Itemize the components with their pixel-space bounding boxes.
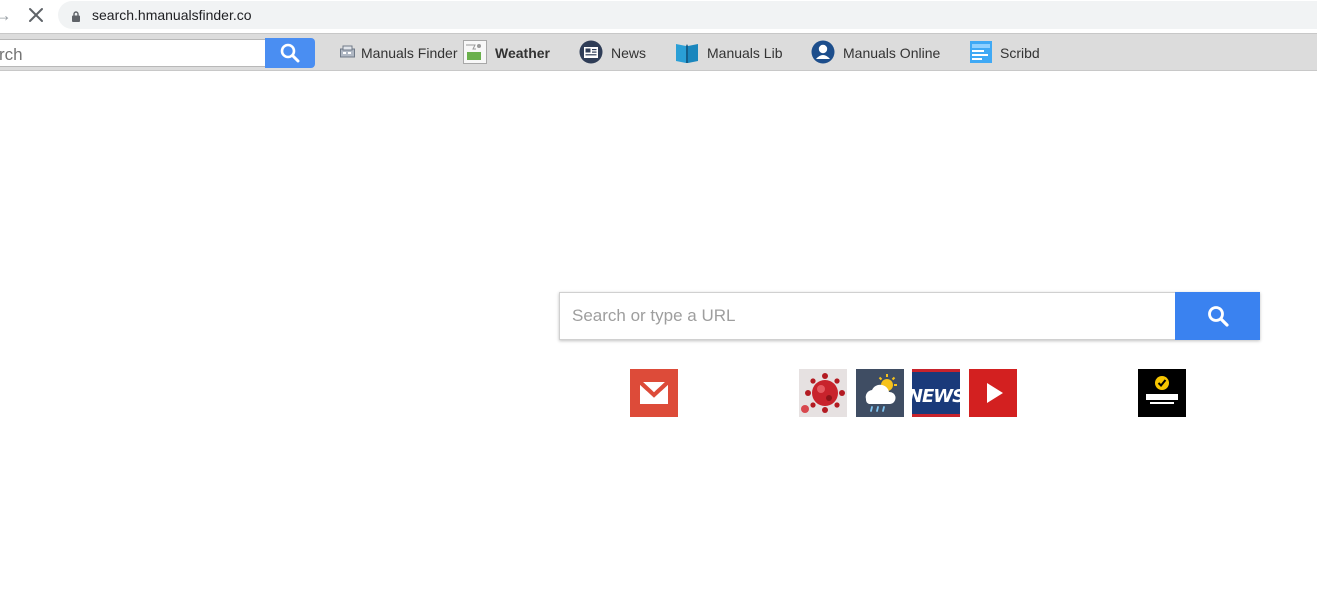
toolbar-link-label: Manuals Finder	[361, 45, 458, 61]
tile-covid[interactable]	[799, 369, 847, 417]
browser-address-row: → search.hmanualsfinder.co	[0, 0, 1317, 32]
search-icon	[1207, 306, 1229, 327]
toolbar-link-label: Manuals Lib	[707, 45, 783, 61]
toolbar-search-input[interactable]	[0, 39, 265, 67]
main-search-button[interactable]	[1175, 292, 1260, 340]
toolbar-link-weather[interactable]: Weather	[463, 39, 550, 67]
weather-icon	[856, 369, 904, 417]
play-icon	[969, 369, 1017, 417]
address-bar[interactable]: search.hmanualsfinder.co	[58, 1, 1317, 29]
scribd-icon	[970, 40, 992, 66]
news-icon: NEWS	[908, 369, 965, 417]
arrow-right-icon[interactable]: →	[0, 5, 14, 25]
toolbar-link-label: Scribd	[1000, 45, 1040, 61]
lock-icon	[72, 9, 80, 22]
toolbar-link-scribd[interactable]: Scribd	[970, 39, 1040, 67]
toolbar-link-manuals-finder[interactable]: Manuals Finder	[340, 39, 458, 67]
user-circle-icon	[811, 40, 835, 67]
toolbar-link-label: Weather	[495, 45, 550, 61]
toolbar-link-manuals-online[interactable]: Manuals Online	[811, 39, 940, 67]
tile-news[interactable]: NEWS	[908, 369, 965, 417]
toolbar-link-manuals-lib[interactable]: Manuals Lib	[675, 39, 783, 67]
close-icon[interactable]	[26, 5, 46, 25]
extension-toolbar: Manuals Finder Weather News Manuals Lib …	[0, 33, 1317, 71]
virus-icon	[799, 369, 847, 417]
broken-image-icon	[463, 39, 487, 67]
toolbar-link-news[interactable]: News	[579, 39, 646, 67]
toolbar-link-label: News	[611, 45, 647, 61]
book-icon	[675, 40, 699, 67]
main-search-input[interactable]	[559, 292, 1175, 340]
norton-icon	[1138, 369, 1186, 417]
url-text[interactable]: search.hmanualsfinder.co	[92, 7, 252, 23]
search-icon	[280, 43, 300, 63]
tile-weather[interactable]	[856, 369, 904, 417]
toolbar-search-button[interactable]	[265, 38, 315, 68]
manuals-finder-icon	[340, 45, 355, 61]
tile-norton[interactable]	[1138, 369, 1186, 417]
tile-gmail[interactable]	[630, 369, 678, 417]
toolbar-link-label: Manuals Online	[843, 45, 941, 61]
svg-text:NEWS: NEWS	[912, 386, 960, 407]
main-search-box	[559, 292, 1260, 340]
tile-youtube[interactable]	[969, 369, 1017, 417]
gmail-icon	[630, 369, 678, 417]
newspaper-icon	[579, 40, 603, 67]
